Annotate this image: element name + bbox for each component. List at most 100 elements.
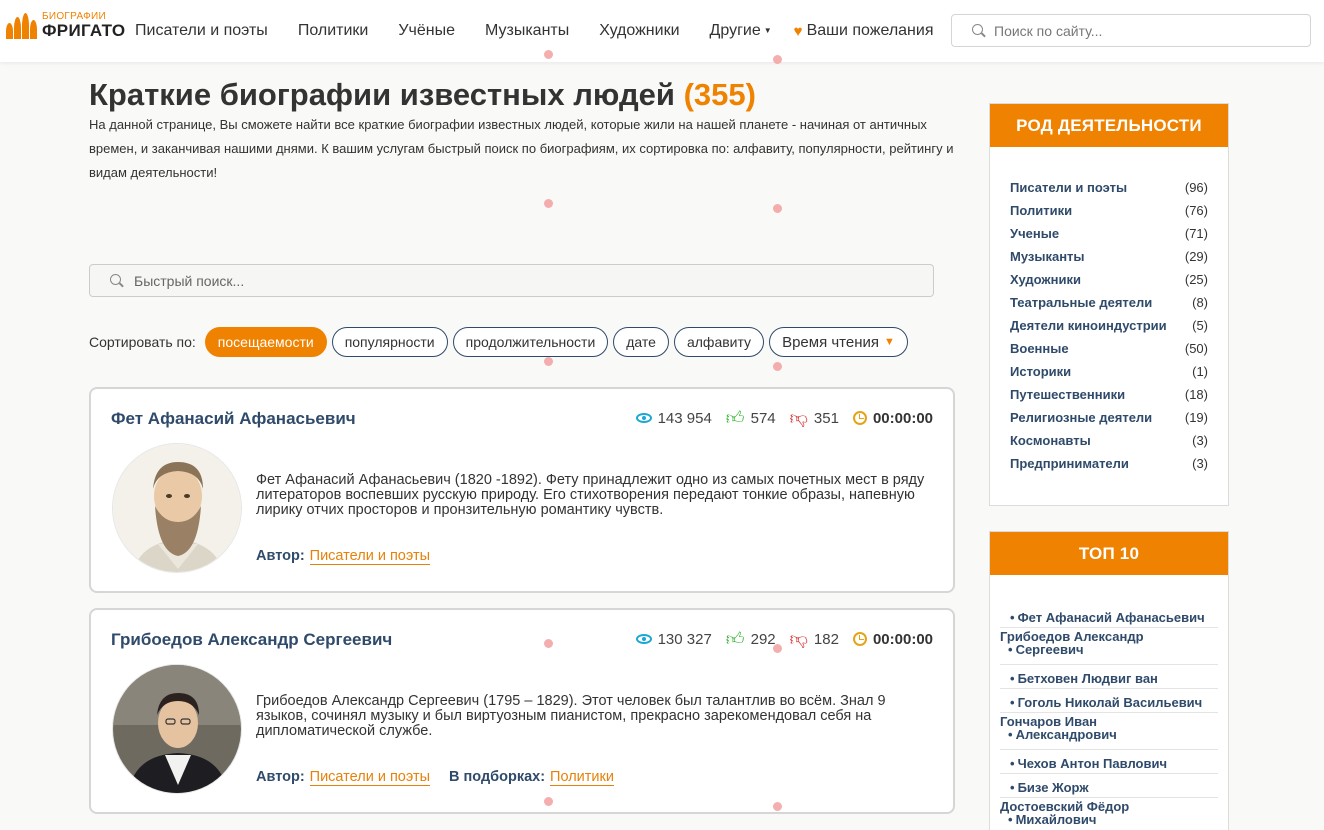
category-item[interactable]: Путешественники (18)	[1010, 387, 1208, 410]
heart-icon: ♥	[793, 22, 803, 40]
portrait-image[interactable]	[112, 443, 242, 573]
likes-count: 574	[750, 409, 776, 427]
read-time-stat: 00:00:00	[852, 410, 933, 427]
category-name: Писатели и поэты	[1010, 180, 1128, 195]
top10-item[interactable]: • Чехов Антон Павлович	[1000, 750, 1218, 774]
site-search-box	[951, 14, 1311, 47]
top10-item-name: Бизе Жорж	[1017, 780, 1089, 795]
author-category-link[interactable]: Писатели и поэты	[309, 548, 431, 565]
biography-name[interactable]: Фет Афанасий Афанасьевич	[111, 409, 356, 429]
category-item[interactable]: Религиозные деятели (19)	[1010, 410, 1208, 433]
thumbs-up-icon: 👍︎	[725, 408, 745, 428]
read-time-stat: 00:00:00	[852, 630, 933, 648]
category-count: (3)	[1192, 433, 1208, 448]
top10-panel: ТОП 10 • Фет Афанасий Афанасьевич Грибоед…	[989, 531, 1229, 830]
sort-by-visits[interactable]: посещаемости	[204, 327, 327, 357]
category-count: (29)	[1184, 249, 1208, 264]
dislike-button[interactable]: 👎︎ 182	[790, 630, 839, 648]
nav-wishes[interactable]: ♥ Ваши пожелания	[794, 22, 934, 40]
site-header: БИОГРАФИИ ФРИГАТО Писатели и поэты Полит…	[0, 0, 1324, 62]
category-item[interactable]: Деятели киноиндустрии (5)	[1010, 318, 1208, 341]
top10-item[interactable]: • Бетховен Людвиг ван	[1000, 665, 1218, 689]
quick-search-input[interactable]	[134, 272, 894, 289]
dislikes-count: 351	[813, 409, 839, 427]
card-tags: Автор: Писатели и поэты	[256, 548, 449, 565]
overlay-dot	[773, 362, 782, 371]
page-title-text: Краткие биографии известных людей	[89, 77, 675, 112]
category-name: Религиозные деятели	[1010, 410, 1153, 425]
category-item[interactable]: Писатели и поэты (96)	[1010, 180, 1208, 203]
sort-by-alphabet[interactable]: алфавиту	[673, 327, 765, 357]
author-category-link[interactable]: Писатели и поэты	[309, 769, 431, 786]
collection-link[interactable]: Политики	[550, 769, 614, 786]
overlay-dot	[773, 55, 782, 64]
category-item[interactable]: Художники (25)	[1010, 272, 1208, 295]
category-item[interactable]: Ученые (71)	[1010, 226, 1208, 249]
biography-excerpt: Фет Афанасий Афанасьевич (1820 -1892). Ф…	[256, 472, 925, 518]
category-item[interactable]: Музыканты (29)	[1010, 249, 1208, 272]
nav-other-dropdown[interactable]: Другие ▼	[710, 22, 772, 40]
nav-writers[interactable]: Писатели и поэты	[135, 22, 268, 40]
top10-list: • Фет Афанасий Афанасьевич Грибоедов Алек…	[990, 575, 1228, 830]
dislike-button[interactable]: 👎︎ 351	[790, 409, 839, 427]
sort-label: Сортировать по:	[89, 334, 196, 350]
page-title: Краткие биографии известных людей (355)	[89, 77, 756, 113]
category-count: (71)	[1184, 226, 1208, 241]
sort-by-popularity[interactable]: популярности	[331, 327, 448, 357]
thumbs-up-icon: 👍︎	[725, 629, 745, 649]
categories-title: РОД ДЕЯТЕЛЬНОСТИ	[990, 104, 1228, 147]
category-count: (25)	[1184, 272, 1208, 287]
overlay-dot	[773, 644, 782, 653]
sort-by-reading-time[interactable]: Время чтения ▼	[769, 327, 908, 357]
views-stat: 143 954	[635, 409, 712, 427]
top10-item-name: Бетховен Людвиг ван	[1017, 671, 1158, 686]
site-logo[interactable]: БИОГРАФИИ ФРИГАТО	[6, 12, 125, 39]
biography-excerpt: Грибоедов Александр Сергеевич (1795 – 18…	[256, 693, 886, 739]
views-count: 143 954	[657, 409, 712, 427]
overlay-dot	[544, 199, 553, 208]
nav-scientists[interactable]: Учёные	[398, 22, 455, 40]
nav-musicians[interactable]: Музыканты	[485, 22, 569, 40]
biography-name[interactable]: Грибоедов Александр Сергеевич	[111, 630, 392, 650]
category-count: (1)	[1192, 364, 1208, 379]
top10-item-name-cont: Михайлович	[1015, 812, 1097, 827]
top10-item[interactable]: • Гоголь Николай Васильевич	[1000, 689, 1218, 713]
category-item[interactable]: Космонавты (3)	[1010, 433, 1208, 456]
category-item[interactable]: Историки (1)	[1010, 364, 1208, 387]
category-item[interactable]: Политики (76)	[1010, 203, 1208, 226]
category-count: (5)	[1192, 318, 1208, 333]
sort-by-lifespan[interactable]: продолжительности	[452, 327, 609, 357]
dislikes-count: 182	[813, 630, 839, 648]
top10-item-name: Гоголь Николай Васильевич	[1017, 695, 1203, 710]
top10-item-name-cont: Сергеевич	[1015, 642, 1084, 657]
category-item[interactable]: Театральные деятели (8)	[1010, 295, 1208, 318]
top10-item[interactable]: Грибоедов Александр • Сергеевич	[1000, 628, 1218, 665]
thumbs-down-icon: 👎︎	[789, 629, 808, 649]
categories-panel: РОД ДЕЯТЕЛЬНОСТИ Писатели и поэты (96) По…	[989, 103, 1229, 506]
portrait-image[interactable]	[112, 664, 242, 794]
likes-count: 292	[750, 630, 776, 648]
category-item[interactable]: Военные (50)	[1010, 341, 1208, 364]
card-tags: Автор: Писатели и поэты В подборках: Пол…	[256, 769, 633, 786]
chevron-down-icon: ▼	[884, 336, 895, 348]
top10-item[interactable]: Достоевский Фёдор • Михайлович	[1000, 798, 1218, 830]
category-count: (3)	[1192, 456, 1208, 471]
top10-item[interactable]: • Фет Афанасий Афанасьевич	[1000, 604, 1218, 628]
nav-politicians[interactable]: Политики	[298, 22, 369, 40]
top10-item[interactable]: • Бизе Жорж	[1000, 774, 1218, 798]
reading-time-label: Время чтения	[782, 333, 879, 351]
nav-artists[interactable]: Художники	[599, 22, 679, 40]
category-name: Военные	[1010, 341, 1069, 356]
site-search-input[interactable]	[994, 22, 1294, 39]
top10-item[interactable]: Гончаров Иван • Александрович	[1000, 713, 1218, 750]
author-label: Автор:	[256, 548, 305, 564]
top10-item-name: Чехов Антон Павлович	[1017, 756, 1167, 771]
read-time: 00:00:00	[872, 630, 933, 648]
category-item[interactable]: Предприниматели (3)	[1010, 456, 1208, 479]
like-button[interactable]: 👍︎ 292	[726, 630, 776, 648]
sort-by-date[interactable]: дате	[613, 327, 669, 357]
like-button[interactable]: 👍︎ 574	[726, 409, 776, 427]
search-icon[interactable]	[972, 23, 986, 38]
clock-icon	[852, 632, 867, 646]
overlay-dot	[544, 50, 553, 59]
